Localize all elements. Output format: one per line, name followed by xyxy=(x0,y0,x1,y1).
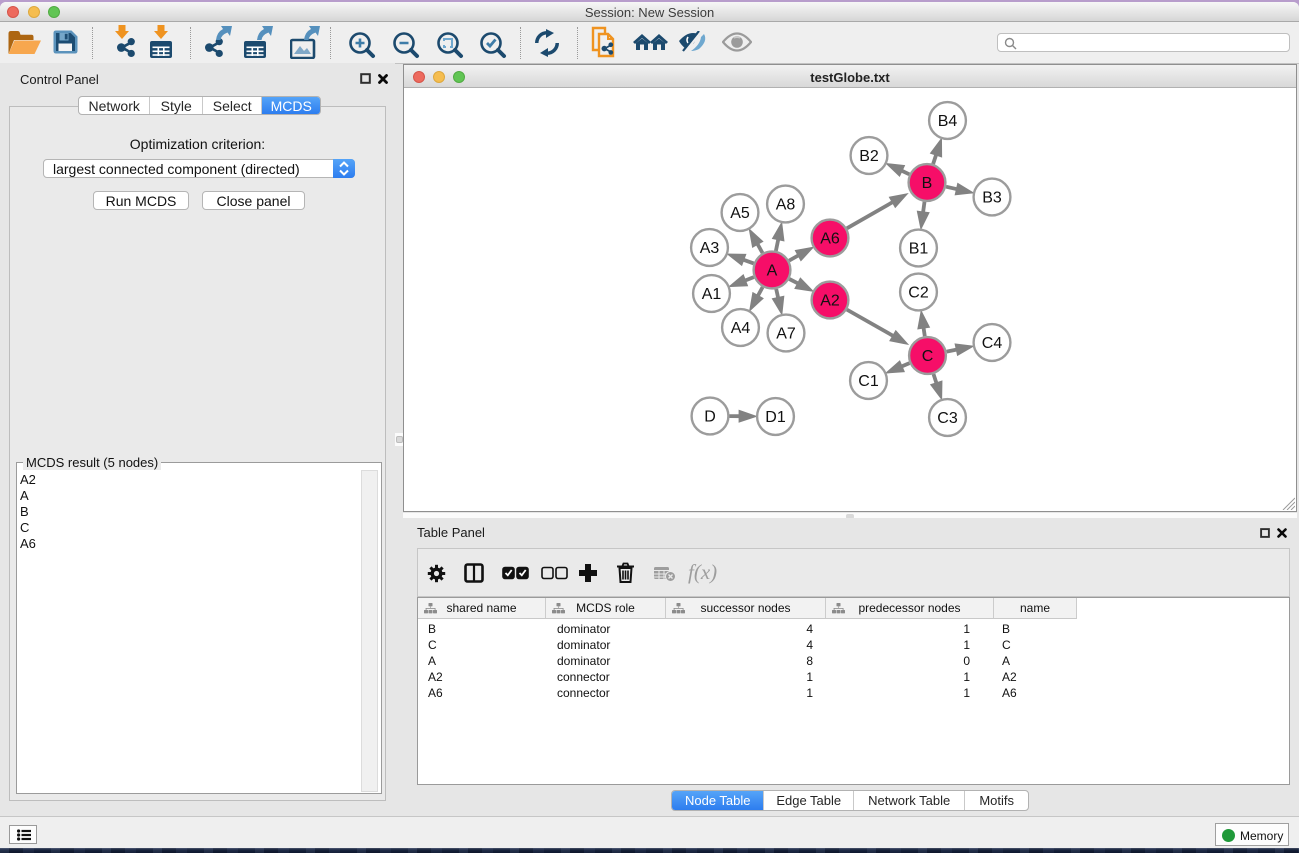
svg-text:B1: B1 xyxy=(909,241,929,258)
svg-text:B: B xyxy=(922,175,933,192)
svg-text:A: A xyxy=(767,263,778,280)
svg-text:A3: A3 xyxy=(700,240,720,257)
svg-text:C4: C4 xyxy=(982,335,1003,352)
svg-text:A5: A5 xyxy=(730,205,750,222)
svg-text:B4: B4 xyxy=(938,113,958,130)
svg-text:C3: C3 xyxy=(937,410,958,427)
svg-text:A4: A4 xyxy=(731,320,751,337)
svg-text:A2: A2 xyxy=(820,293,840,310)
svg-text:D: D xyxy=(704,409,716,426)
svg-text:B2: B2 xyxy=(859,148,879,165)
svg-text:D1: D1 xyxy=(765,409,786,426)
svg-text:A8: A8 xyxy=(776,197,796,214)
svg-text:C1: C1 xyxy=(858,373,879,390)
svg-text:A1: A1 xyxy=(702,286,722,303)
svg-text:A6: A6 xyxy=(820,231,840,248)
svg-text:C: C xyxy=(922,348,934,365)
svg-text:B3: B3 xyxy=(982,190,1002,207)
svg-text:A7: A7 xyxy=(776,326,796,343)
svg-text:C2: C2 xyxy=(908,285,929,302)
